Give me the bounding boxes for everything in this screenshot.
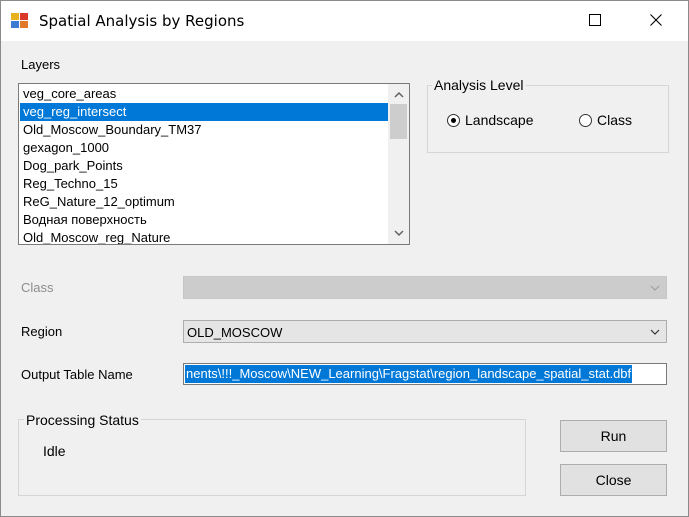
layers-scrollbar[interactable] bbox=[388, 84, 409, 244]
scroll-down-button[interactable] bbox=[388, 225, 409, 243]
radio-class-label: Class bbox=[597, 112, 633, 128]
radio-landscape[interactable]: Landscape bbox=[447, 112, 534, 128]
class-combobox[interactable] bbox=[183, 276, 667, 299]
radio-class[interactable]: Class bbox=[579, 112, 632, 128]
output-table-input[interactable]: nents\!!!_Moscow\NEW_Learning\Fragstat\r… bbox=[183, 363, 667, 385]
output-table-value: nents\!!!_Moscow\NEW_Learning\Fragstat\r… bbox=[185, 365, 633, 383]
layer-list-item[interactable]: Водная поверхность bbox=[20, 211, 388, 229]
layers-label: Layers bbox=[21, 57, 61, 72]
layer-list-item[interactable]: Dog_park_Points bbox=[20, 157, 388, 175]
layer-list-item[interactable]: veg_core_areas bbox=[20, 85, 388, 103]
radio-class-circle[interactable] bbox=[579, 113, 592, 127]
layer-list-item[interactable]: Reg_Techno_15 bbox=[20, 175, 388, 193]
processing-status-label: Processing Status bbox=[24, 412, 141, 428]
layer-list-item[interactable]: Old_Moscow_reg_Nature bbox=[20, 229, 388, 244]
class-label: Class bbox=[21, 280, 54, 295]
region-label: Region bbox=[21, 324, 63, 339]
close-button[interactable]: Close bbox=[560, 464, 667, 496]
chevron-down-icon bbox=[394, 230, 404, 237]
region-value: OLD_MOSCOW bbox=[187, 325, 283, 340]
window-title: Spatial Analysis by Regions bbox=[39, 12, 245, 30]
run-button[interactable]: Run bbox=[560, 420, 667, 452]
scroll-thumb[interactable] bbox=[390, 104, 407, 139]
layer-list-item[interactable]: Old_Moscow_Boundary_TM37 bbox=[20, 121, 388, 139]
status-text: Idle bbox=[43, 443, 66, 459]
maximize-icon bbox=[589, 14, 601, 26]
radio-landscape-label: Landscape bbox=[465, 112, 534, 128]
output-table-label: Output Table Name bbox=[21, 367, 133, 382]
layers-list: veg_core_areas veg_reg_intersect Old_Mosco… bbox=[20, 85, 388, 244]
layer-list-item[interactable]: ReG_Nature_12_optimum bbox=[20, 193, 388, 211]
processing-status-group bbox=[18, 419, 526, 496]
app-icon bbox=[11, 13, 28, 28]
chevron-up-icon bbox=[394, 91, 404, 98]
chevron-down-icon bbox=[650, 285, 660, 291]
scroll-up-button[interactable] bbox=[388, 86, 409, 104]
radio-landscape-circle[interactable] bbox=[447, 113, 460, 127]
title-bar: Spatial Analysis by Regions bbox=[1, 1, 688, 41]
dialog-window: Spatial Analysis by Regions Layers veg_c… bbox=[0, 0, 689, 517]
analysis-level-label: Analysis Level bbox=[432, 77, 526, 93]
close-window-button[interactable] bbox=[634, 1, 680, 41]
maximize-button[interactable] bbox=[573, 1, 619, 41]
close-icon bbox=[650, 14, 662, 26]
chevron-down-icon bbox=[650, 329, 660, 335]
region-combobox[interactable]: OLD_MOSCOW bbox=[183, 320, 667, 343]
layers-listbox[interactable]: veg_core_areas veg_reg_intersect Old_Mosco… bbox=[18, 83, 410, 245]
layer-list-item[interactable]: veg_reg_intersect bbox=[20, 103, 388, 121]
layer-list-item[interactable]: gexagon_1000 bbox=[20, 139, 388, 157]
